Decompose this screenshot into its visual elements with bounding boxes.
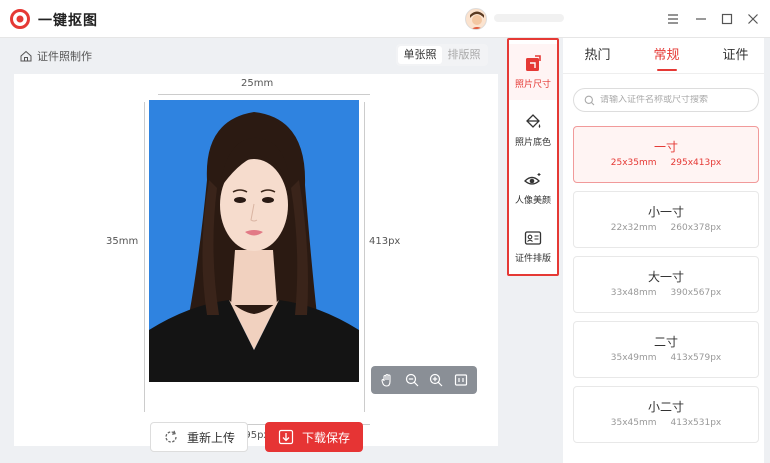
tab-certificate[interactable]: 证件	[701, 38, 770, 73]
close-icon[interactable]	[744, 10, 762, 28]
tab-layout-photo[interactable]: 排版照	[442, 46, 486, 64]
size-card-large-1cun[interactable]: 大一寸 33x48mm 390x567px	[573, 256, 759, 313]
app-logo-icon	[10, 9, 30, 29]
size-panel: 热门 常规 证件 一寸 25x35mm 295x413px 小一寸 22x32mm…	[563, 38, 770, 463]
size-name: 一寸	[653, 140, 678, 154]
width-mm-label: 25mm	[241, 78, 274, 89]
size-meta: 25x35mm 295x413px	[574, 158, 758, 168]
size-mm: 22x32mm	[610, 223, 657, 233]
size-px: 413x579px	[670, 353, 722, 363]
height-mm-label: 35mm	[106, 236, 139, 247]
home-icon[interactable]	[20, 50, 32, 62]
tool-id-layout[interactable]: 证件排版	[509, 218, 557, 274]
zoom-toolbar	[371, 366, 477, 394]
size-card-small-2cun[interactable]: 小二寸 35x45mm 413x531px	[573, 386, 759, 443]
size-name: 二寸	[653, 335, 678, 349]
dimension-line-left	[144, 102, 145, 412]
size-name: 小二寸	[647, 400, 684, 414]
zoom-out-icon[interactable]	[403, 371, 421, 389]
size-mm: 25x35mm	[610, 158, 657, 168]
tool-label: 人像美颜	[514, 195, 551, 206]
mode-toggle: 单张照 排版照	[396, 44, 488, 66]
size-px: 413x531px	[670, 418, 722, 428]
minimize-icon[interactable]	[692, 10, 710, 28]
breadcrumb: 证件照制作	[20, 46, 92, 66]
editor-panel: 证件照制作 单张照 排版照 25mm 35mm 413px 295px 重新上传…	[10, 38, 503, 463]
user-avatar[interactable]	[465, 8, 487, 30]
size-name: 小一寸	[647, 205, 684, 219]
refresh-icon	[165, 430, 177, 443]
eye-sparkle-icon	[524, 172, 541, 185]
size-px: 295x413px	[670, 158, 722, 168]
tool-portrait-beauty[interactable]: 人像美颜	[509, 160, 557, 216]
tool-label: 照片尺寸	[514, 79, 551, 90]
size-meta: 35x49mm 413x579px	[574, 353, 758, 363]
tab-single-photo[interactable]: 单张照	[398, 46, 442, 64]
photo-canvas: 25mm 35mm 413px 295px	[14, 74, 498, 446]
height-px-label: 413px	[369, 236, 401, 247]
crop-icon	[526, 54, 541, 71]
reupload-button[interactable]: 重新上传	[150, 422, 248, 452]
category-tabs: 热门 常规 证件	[563, 38, 770, 74]
tool-sidebar: 照片尺寸 照片底色 人像美颜 证件排版	[507, 38, 559, 276]
app-title: 一键抠图	[38, 13, 98, 29]
size-meta: 35x45mm 413x531px	[574, 418, 758, 428]
dimension-line-top	[158, 94, 370, 95]
tool-photo-background[interactable]: 照片底色	[509, 102, 557, 158]
size-px: 390x567px	[670, 288, 722, 298]
search-icon	[584, 95, 595, 105]
size-card-small-1cun[interactable]: 小一寸 22x32mm 260x378px	[573, 191, 759, 248]
search-input[interactable]	[600, 95, 750, 105]
search-box	[573, 88, 759, 112]
hand-pan-icon[interactable]	[378, 371, 396, 389]
size-card-2cun[interactable]: 二寸 35x49mm 413x579px	[573, 321, 759, 378]
size-meta: 33x48mm 390x567px	[574, 288, 758, 298]
dimension-line-right	[364, 102, 365, 412]
size-mm: 33x48mm	[610, 288, 657, 298]
size-mm: 35x45mm	[610, 418, 657, 428]
scrollbar[interactable]	[764, 38, 770, 463]
size-px: 260x378px	[670, 223, 722, 233]
menu-icon[interactable]	[664, 10, 682, 28]
title-bar: 一键抠图	[0, 0, 770, 38]
tool-label: 证件排版	[514, 253, 551, 264]
zoom-in-icon[interactable]	[427, 371, 445, 389]
tool-label: 照片底色	[514, 137, 551, 148]
tool-photo-size[interactable]: 照片尺寸	[509, 44, 557, 100]
maximize-icon[interactable]	[718, 10, 736, 28]
download-save-button[interactable]: 下载保存	[265, 422, 363, 452]
size-card-1cun[interactable]: 一寸 25x35mm 295x413px	[573, 126, 759, 183]
save-label: 下载保存	[301, 430, 350, 445]
page-title: 证件照制作	[37, 50, 92, 63]
paint-bucket-icon	[526, 113, 541, 128]
fit-screen-icon[interactable]	[452, 371, 470, 389]
id-photo-preview[interactable]	[149, 100, 359, 382]
reupload-label: 重新上传	[186, 430, 235, 445]
download-icon	[278, 429, 294, 445]
size-mm: 35x49mm	[610, 353, 657, 363]
tab-regular[interactable]: 常规	[632, 38, 701, 73]
username-blurred	[494, 12, 574, 24]
size-name: 大一寸	[647, 270, 684, 284]
size-meta: 22x32mm 260x378px	[574, 223, 758, 233]
size-list: 一寸 25x35mm 295x413px 小一寸 22x32mm 260x378px…	[573, 126, 759, 451]
id-card-icon	[524, 230, 542, 245]
tab-popular[interactable]: 热门	[563, 38, 632, 73]
